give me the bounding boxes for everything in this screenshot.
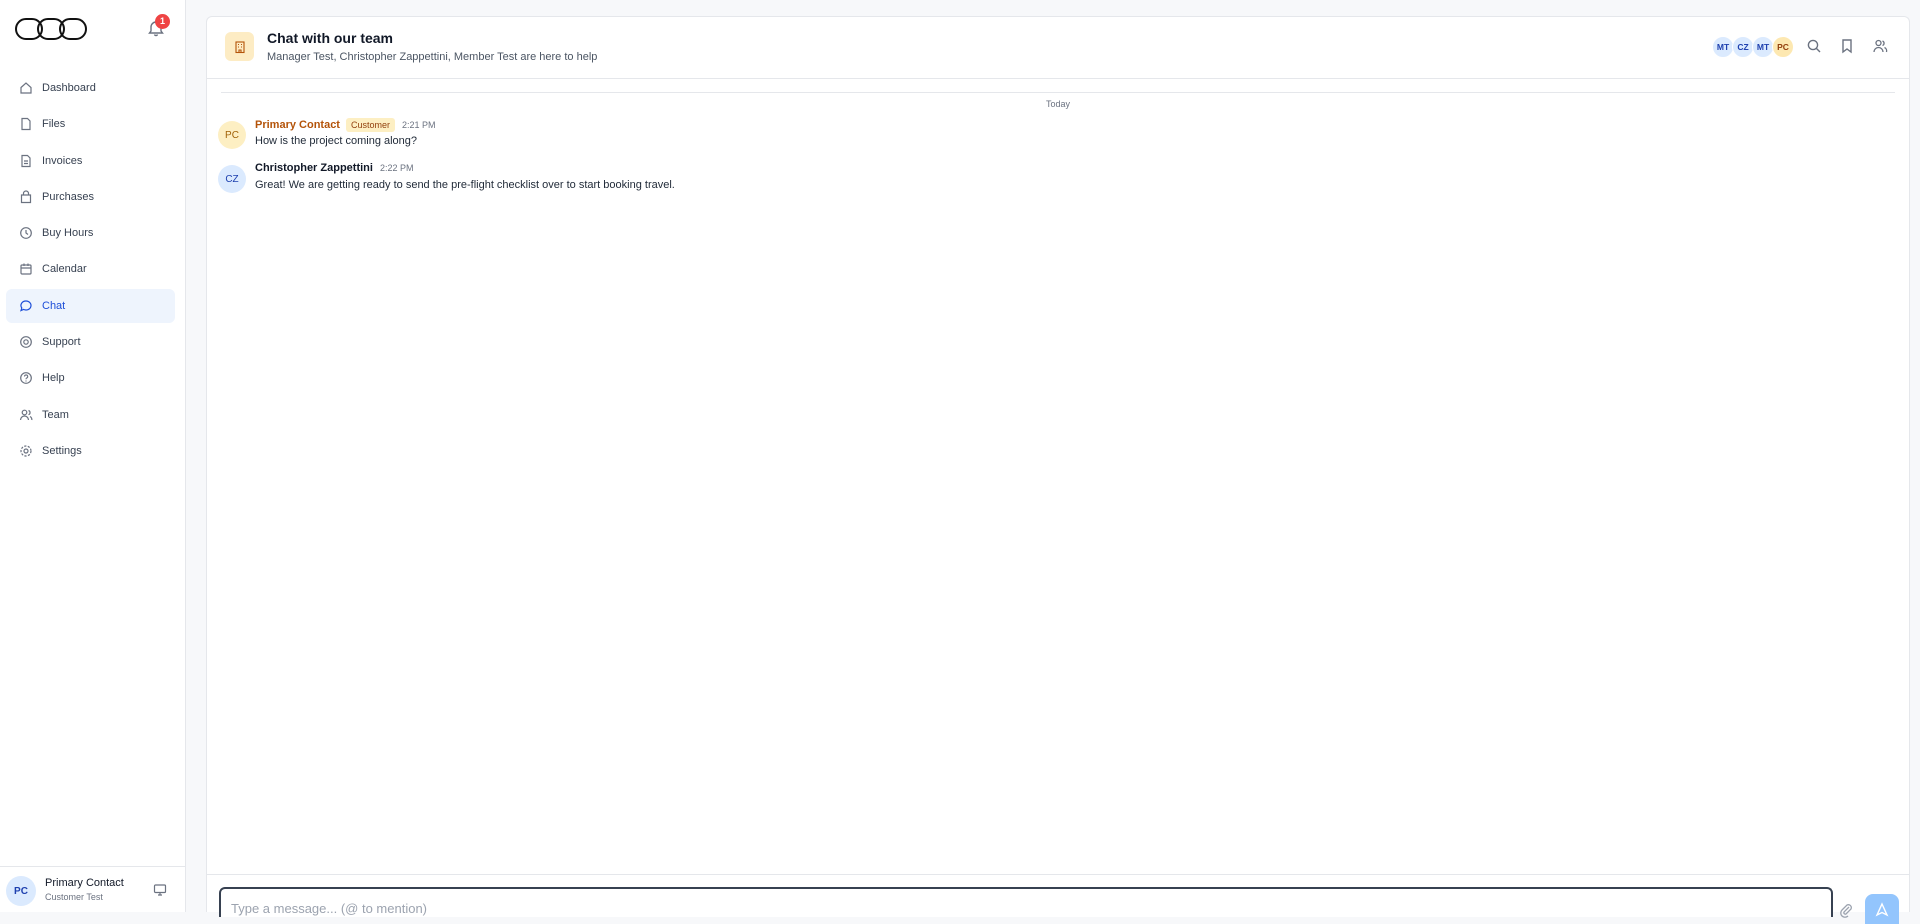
member-avatars[interactable]: MT CZ MT PC — [1712, 36, 1794, 58]
help-circle-icon — [19, 371, 33, 385]
sidebar-item-label: Calendar — [42, 263, 87, 276]
chat-header: Chat with our team Manager Test, Christo… — [207, 17, 1909, 79]
page-subtitle: Manager Test, Christopher Zappettini, Me… — [267, 51, 598, 63]
lifebuoy-icon — [19, 335, 33, 349]
sidebar-item-files[interactable]: Files — [6, 107, 175, 141]
sidebar-item-buy-hours[interactable]: Buy Hours — [6, 216, 175, 250]
user-subtitle: Customer Test — [45, 892, 103, 902]
role-badge: Customer — [345, 118, 395, 132]
sidebar-item-label: Team — [42, 408, 69, 421]
send-button[interactable] — [1865, 894, 1899, 924]
paperclip-icon[interactable] — [1838, 902, 1854, 918]
team-icon — [19, 408, 33, 422]
message: CZ Christopher Zappettini 2:22 PM Great!… — [218, 162, 1818, 205]
sidebar-item-label: Dashboard — [42, 82, 96, 94]
bookmark-icon[interactable] — [1839, 38, 1855, 54]
sidebar-item-label: Invoices — [42, 154, 83, 167]
sidebar-item-team[interactable]: Team — [6, 398, 175, 432]
sidebar-item-invoices[interactable]: Invoices — [6, 144, 175, 178]
sidebar-item-label: Files — [42, 118, 66, 131]
invoice-icon — [19, 154, 33, 168]
logo[interactable] — [14, 16, 88, 42]
member-avatar: CZ — [1732, 36, 1754, 58]
search-icon[interactable] — [1806, 38, 1822, 54]
building-icon — [225, 32, 254, 61]
sidebar-item-label: Buy Hours — [42, 227, 94, 240]
sidebar-item-support[interactable]: Support — [6, 325, 175, 359]
notification-badge: 1 — [155, 14, 170, 29]
chat-panel: Chat with our team Manager Test, Christo… — [206, 16, 1910, 924]
sidebar-item-calendar[interactable]: Calendar — [6, 252, 175, 286]
day-label: Today — [1037, 99, 1079, 109]
sidebar-item-settings[interactable]: Settings — [6, 434, 175, 468]
message: PC Primary Contact Customer 2:21 PM How … — [218, 118, 1818, 161]
message-text: Great! We are getting ready to send the … — [255, 179, 675, 191]
user-profile[interactable]: PC Primary Contact Customer Test — [0, 866, 186, 912]
message-input[interactable] — [219, 887, 1833, 917]
monitor-icon[interactable] — [153, 883, 167, 897]
sidebar: 1 Dashboard Files Invoices Purchases Buy… — [0, 0, 186, 912]
message-author: Christopher Zappettini — [255, 162, 373, 174]
message-text: How is the project coming along? — [255, 135, 418, 147]
gear-icon — [19, 444, 33, 458]
sidebar-item-dashboard[interactable]: Dashboard — [6, 71, 175, 105]
sidebar-item-purchases[interactable]: Purchases — [6, 180, 175, 214]
sidebar-item-label: Help — [42, 372, 65, 385]
avatar: CZ — [218, 165, 246, 193]
sidebar-item-chat[interactable]: Chat — [6, 288, 175, 323]
sidebar-item-label: Settings — [42, 444, 82, 457]
page-title: Chat with our team — [267, 30, 394, 46]
file-icon — [19, 117, 33, 131]
message-author: Primary Contact — [255, 119, 340, 131]
sidebar-item-label: Support — [42, 336, 81, 349]
message-time: 2:21 PM — [402, 120, 436, 130]
member-avatar: MT — [1752, 36, 1774, 58]
message-header: Christopher Zappettini 2:22 PM — [255, 162, 413, 174]
avatar: PC — [218, 121, 246, 149]
member-avatar: MT — [1712, 36, 1734, 58]
user-name: Primary Contact — [45, 877, 124, 889]
send-icon — [1875, 902, 1889, 917]
message-time: 2:22 PM — [379, 163, 414, 173]
sidebar-item-label: Purchases — [42, 190, 94, 203]
sidebar-item-help[interactable]: Help — [6, 361, 175, 395]
composer-divider — [207, 874, 1909, 875]
calendar-icon — [19, 262, 33, 276]
home-icon — [19, 81, 33, 95]
sidebar-nav: Dashboard Files Invoices Purchases Buy H… — [6, 71, 175, 470]
message-list: Today PC Primary Contact Customer 2:21 P… — [207, 78, 1909, 890]
sidebar-item-label: Chat — [42, 299, 66, 312]
avatar: PC — [6, 876, 36, 906]
clock-icon — [19, 226, 33, 240]
day-divider: Today — [221, 92, 1895, 109]
member-avatar: PC — [1772, 36, 1794, 58]
message-header: Primary Contact Customer 2:21 PM — [255, 118, 436, 132]
users-icon[interactable] — [1872, 38, 1888, 54]
shopping-bag-icon — [19, 190, 33, 204]
chat-icon — [19, 299, 33, 313]
